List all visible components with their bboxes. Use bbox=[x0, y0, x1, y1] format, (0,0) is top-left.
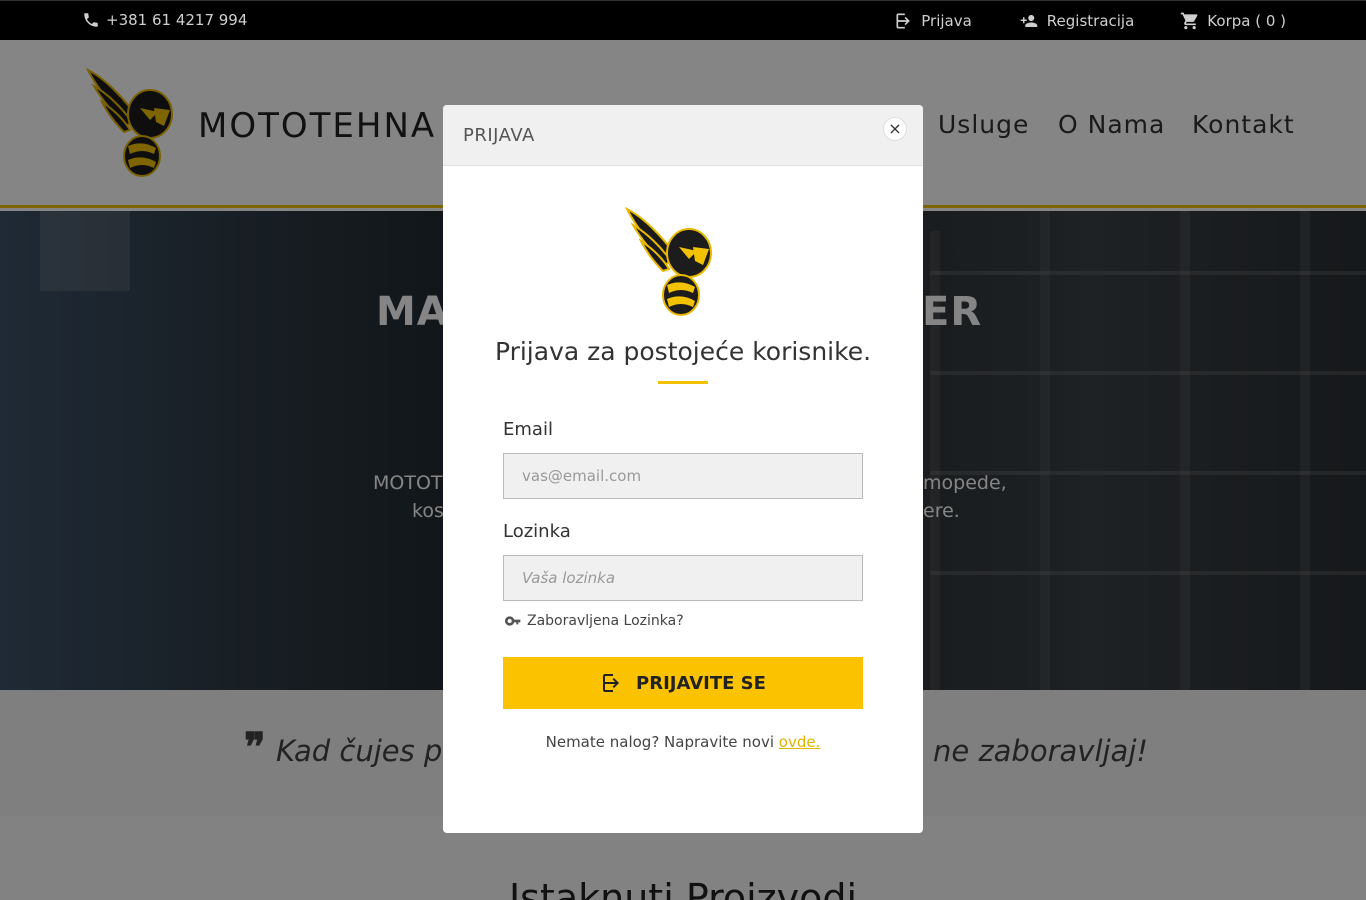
register-here-label: ovde bbox=[778, 733, 816, 751]
forgot-password-link[interactable]: Zaboravljena Lozinka? bbox=[505, 613, 684, 629]
login-submit-label: PRIJAVITE SE bbox=[636, 672, 766, 694]
register-here-end: . bbox=[815, 733, 821, 751]
phone-number: +381 61 4217 994 bbox=[106, 11, 248, 29]
login-link[interactable]: Prijava bbox=[894, 11, 972, 31]
register-link[interactable]: Registracija bbox=[1018, 11, 1135, 31]
login-label: Prijava bbox=[921, 12, 972, 30]
email-label: Email bbox=[503, 419, 553, 440]
password-label: Lozinka bbox=[503, 521, 571, 542]
hornet-logo-icon bbox=[624, 207, 712, 316]
close-button[interactable]: × bbox=[883, 117, 907, 141]
login-submit-button[interactable]: PRIJAVITE SE bbox=[503, 657, 863, 709]
register-label: Registracija bbox=[1046, 12, 1135, 30]
login-icon bbox=[603, 674, 620, 692]
phone-contact[interactable]: +381 61 4217 994 bbox=[82, 11, 247, 29]
register-prompt: Nemate nalog? Napravite novi ovde. bbox=[443, 733, 923, 751]
register-here-link[interactable]: ovde. bbox=[779, 733, 821, 751]
email-field[interactable] bbox=[503, 453, 863, 499]
phone-icon bbox=[84, 13, 98, 27]
heading-underline bbox=[658, 381, 708, 384]
key-icon bbox=[505, 616, 521, 626]
cart-icon bbox=[1181, 12, 1198, 30]
modal-header: PRIJAVA × bbox=[443, 105, 923, 166]
forgot-password-label: Zaboravljena Lozinka? bbox=[527, 613, 684, 629]
cart-label: Korpa ( 0 ) bbox=[1207, 12, 1286, 30]
password-field[interactable] bbox=[503, 555, 863, 601]
modal-title: PRIJAVA bbox=[463, 125, 535, 146]
login-modal: PRIJAVA × Prijava za postojeće korisnike… bbox=[443, 105, 923, 833]
top-bar: +381 61 4217 994 Prijava Registracija Ko… bbox=[0, 0, 1366, 40]
modal-heading: Prijava za postojeće korisnike. bbox=[494, 337, 872, 366]
cart-link[interactable]: Korpa ( 0 ) bbox=[1180, 11, 1286, 31]
login-icon bbox=[896, 13, 911, 29]
register-prompt-text: Nemate nalog? Napravite novi bbox=[545, 733, 774, 751]
add-user-icon bbox=[1020, 15, 1038, 27]
close-icon: × bbox=[888, 119, 902, 138]
